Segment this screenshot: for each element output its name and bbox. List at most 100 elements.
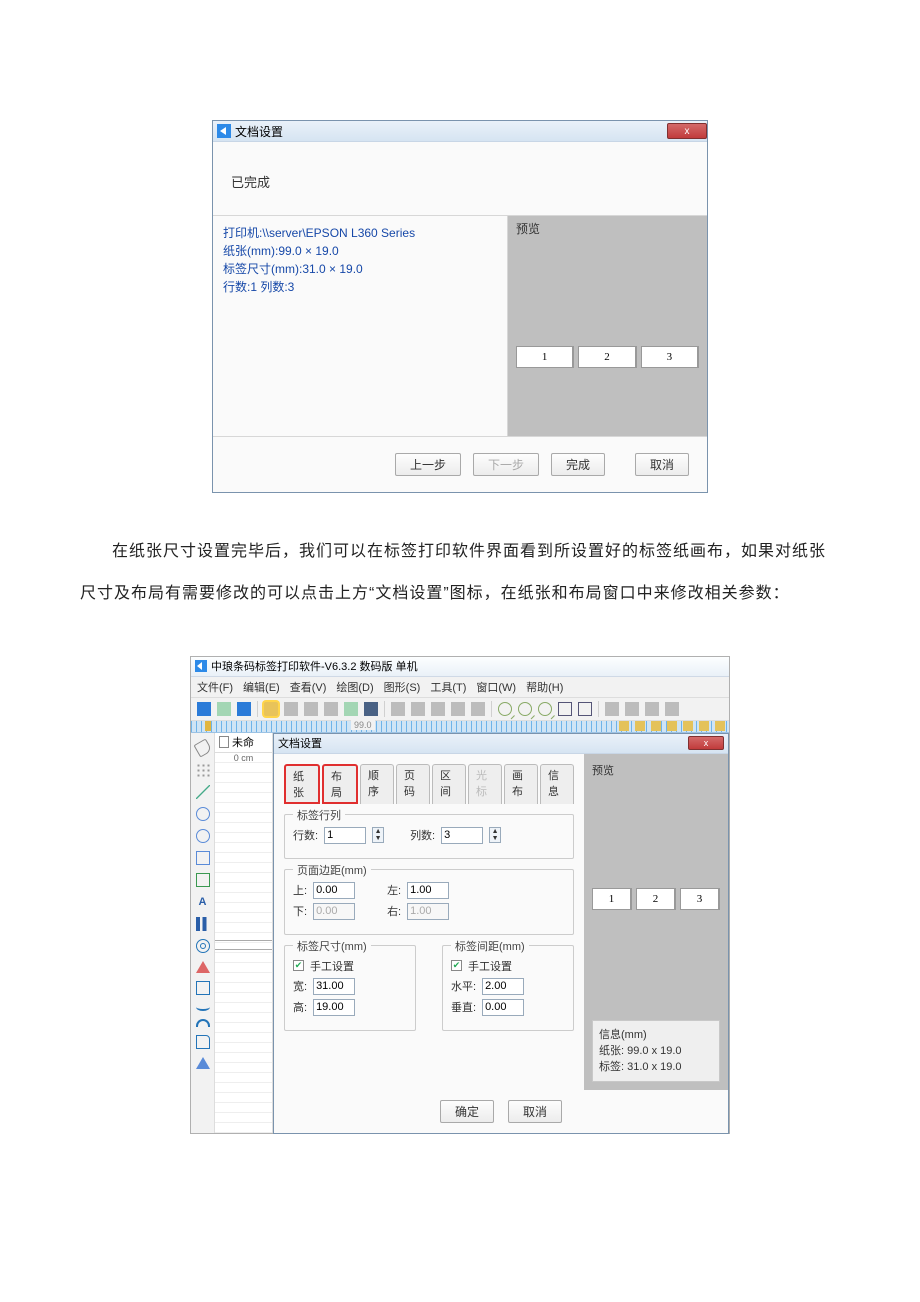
cut-icon[interactable] — [391, 702, 405, 716]
article-text: 在纸张尺寸设置完毕后，我们可以在标签打印软件界面看到所设置好的标签纸画布，如果对… — [80, 531, 840, 616]
actual-size-icon[interactable] — [578, 702, 592, 716]
print-preview-icon[interactable] — [304, 702, 318, 716]
align-left-icon[interactable] — [605, 702, 619, 716]
curve-tool-icon[interactable] — [196, 1003, 210, 1011]
rows-spinner[interactable]: ▲▼ — [372, 827, 384, 843]
tab-info[interactable]: 信息 — [540, 764, 574, 804]
open-doc-icon[interactable] — [217, 702, 231, 716]
menu-shape[interactable]: 图形(S) — [384, 679, 421, 695]
save-icon[interactable] — [237, 702, 251, 716]
margin-left-input[interactable] — [407, 882, 449, 899]
ruler-dimension: 99.0 — [351, 720, 375, 730]
ellipse-tool-icon[interactable] — [196, 807, 210, 821]
menu-edit[interactable]: 编辑(E) — [243, 679, 280, 695]
inner-dialog-titlebar[interactable]: 文档设置 x — [274, 734, 728, 754]
qr-tool-icon[interactable] — [196, 981, 210, 995]
finish-button[interactable]: 完成 — [551, 453, 605, 476]
gap-vertical-input[interactable] — [482, 999, 524, 1016]
tab-layout[interactable]: 布局 — [322, 764, 358, 804]
align-top-icon[interactable] — [645, 702, 659, 716]
align-bottom-icon[interactable] — [665, 702, 679, 716]
tab-paper[interactable]: 纸张 — [284, 764, 320, 804]
printer-icon[interactable] — [324, 702, 338, 716]
zoom-icon[interactable] — [498, 702, 512, 716]
line-tool-icon[interactable] — [196, 785, 210, 799]
arc-tool-icon[interactable] — [196, 1019, 210, 1027]
menu-view[interactable]: 查看(V) — [290, 679, 327, 695]
cols-input[interactable] — [441, 827, 483, 844]
menu-window[interactable]: 窗口(W) — [476, 679, 516, 695]
gap-horizontal-input[interactable] — [482, 978, 524, 995]
height-input[interactable] — [313, 999, 355, 1016]
doc-settings-dialog: 文档设置 x 已完成 打印机:\\server\EPSON L360 Serie… — [212, 120, 708, 493]
image-tool-icon[interactable] — [196, 873, 210, 887]
ruler-tool-icon[interactable] — [619, 721, 629, 731]
rows-input[interactable] — [324, 827, 366, 844]
cancel-button[interactable]: 取消 — [508, 1100, 562, 1123]
cols-spinner[interactable]: ▲▼ — [489, 827, 501, 843]
circle-tool-icon[interactable] — [196, 829, 210, 843]
ruler-tool-icon[interactable] — [715, 721, 725, 731]
redo-icon[interactable] — [471, 702, 485, 716]
ruler-tool-icon[interactable] — [635, 721, 645, 731]
grid-tool-icon[interactable] — [196, 763, 210, 777]
ok-button[interactable]: 确定 — [440, 1100, 494, 1123]
close-button[interactable]: x — [688, 736, 724, 750]
new-doc-icon[interactable] — [197, 702, 211, 716]
menu-draw[interactable]: 绘图(D) — [336, 679, 373, 695]
margin-top-input[interactable] — [313, 882, 355, 899]
grid-icon[interactable] — [364, 702, 378, 716]
ruler-tool-icon[interactable] — [683, 721, 693, 731]
manual-gap-checkbox[interactable]: ✔ — [451, 960, 462, 971]
database-icon[interactable] — [344, 702, 358, 716]
close-button[interactable]: x — [667, 123, 707, 139]
barcode-tool-icon[interactable] — [196, 917, 210, 931]
app-window: 中琅条码标签打印软件-V6.3.2 数码版 单机 文件(F) 编辑(E) 查看(… — [190, 656, 730, 1134]
prev-step-button[interactable]: 上一步 — [395, 453, 461, 476]
polygon-tool-icon[interactable] — [196, 1057, 210, 1069]
next-step-button[interactable]: 下一步 — [473, 453, 539, 476]
tab-range[interactable]: 区间 — [432, 764, 466, 804]
margin-right-input[interactable] — [407, 903, 449, 920]
triangle-tool-icon[interactable] — [196, 961, 210, 973]
zoom-in-icon[interactable] — [518, 702, 532, 716]
manual-size-checkbox[interactable]: ✔ — [293, 960, 304, 971]
info-title: 信息(mm) — [599, 1027, 713, 1043]
copy-icon[interactable] — [411, 702, 425, 716]
canvas-tab[interactable]: 未命 — [215, 733, 272, 753]
round-tool-icon[interactable] — [196, 939, 210, 953]
tab-canvas[interactable]: 画布 — [504, 764, 538, 804]
ruler-tool-icon[interactable] — [699, 721, 709, 731]
group-title: 标签行列 — [293, 807, 345, 823]
doc-settings-icon[interactable] — [264, 702, 278, 716]
tab-page[interactable]: 页码 — [396, 764, 430, 804]
ruler-tool-icon[interactable] — [651, 721, 661, 731]
print-icon[interactable] — [284, 702, 298, 716]
cancel-button[interactable]: 取消 — [635, 453, 689, 476]
menu-file[interactable]: 文件(F) — [197, 679, 233, 695]
zoom-out-icon[interactable] — [538, 702, 552, 716]
dialog-titlebar[interactable]: 文档设置 x — [213, 121, 707, 142]
preview-label-cell: 3 — [680, 888, 720, 910]
margin-bottom-input[interactable] — [313, 903, 355, 920]
tab-order[interactable]: 顺序 — [360, 764, 394, 804]
fit-window-icon[interactable] — [558, 702, 572, 716]
menu-tools[interactable]: 工具(T) — [430, 679, 466, 695]
width-input[interactable] — [313, 978, 355, 995]
manual-size-label: 手工设置 — [310, 958, 354, 974]
side-toolbox: A — [191, 733, 215, 1133]
menu-help[interactable]: 帮助(H) — [526, 679, 563, 695]
page-tool-icon[interactable] — [196, 1035, 210, 1049]
app-titlebar[interactable]: 中琅条码标签打印软件-V6.3.2 数码版 单机 — [191, 657, 729, 677]
undo-icon[interactable] — [451, 702, 465, 716]
align-right-icon[interactable] — [625, 702, 639, 716]
doc-settings-dialog-inner: 文档设置 x 纸张 布局 顺序 页码 区间 光标 — [273, 733, 729, 1134]
select-tool-icon[interactable] — [193, 738, 212, 757]
rect-tool-icon[interactable] — [196, 851, 210, 865]
tab-cursor[interactable]: 光标 — [468, 764, 502, 804]
paste-icon[interactable] — [431, 702, 445, 716]
ruler-tool-icon[interactable] — [667, 721, 677, 731]
manual-gap-label: 手工设置 — [468, 958, 512, 974]
toolbar-separator — [257, 701, 258, 717]
text-tool-icon[interactable]: A — [196, 895, 210, 909]
